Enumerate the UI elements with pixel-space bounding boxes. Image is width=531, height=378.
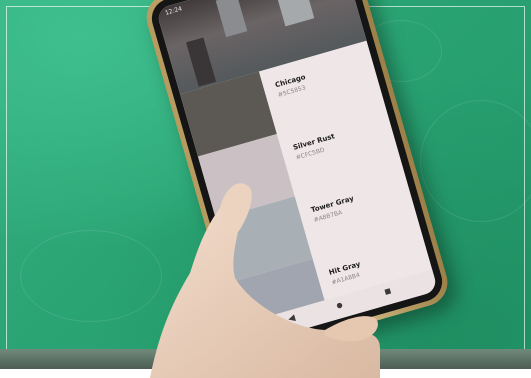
photo-wall xyxy=(277,0,315,27)
holding-hand xyxy=(150,183,380,378)
hand-palm xyxy=(150,201,380,378)
photo-window xyxy=(215,0,248,38)
photo-object xyxy=(186,37,217,87)
recents-icon[interactable]: ■ xyxy=(384,287,393,297)
